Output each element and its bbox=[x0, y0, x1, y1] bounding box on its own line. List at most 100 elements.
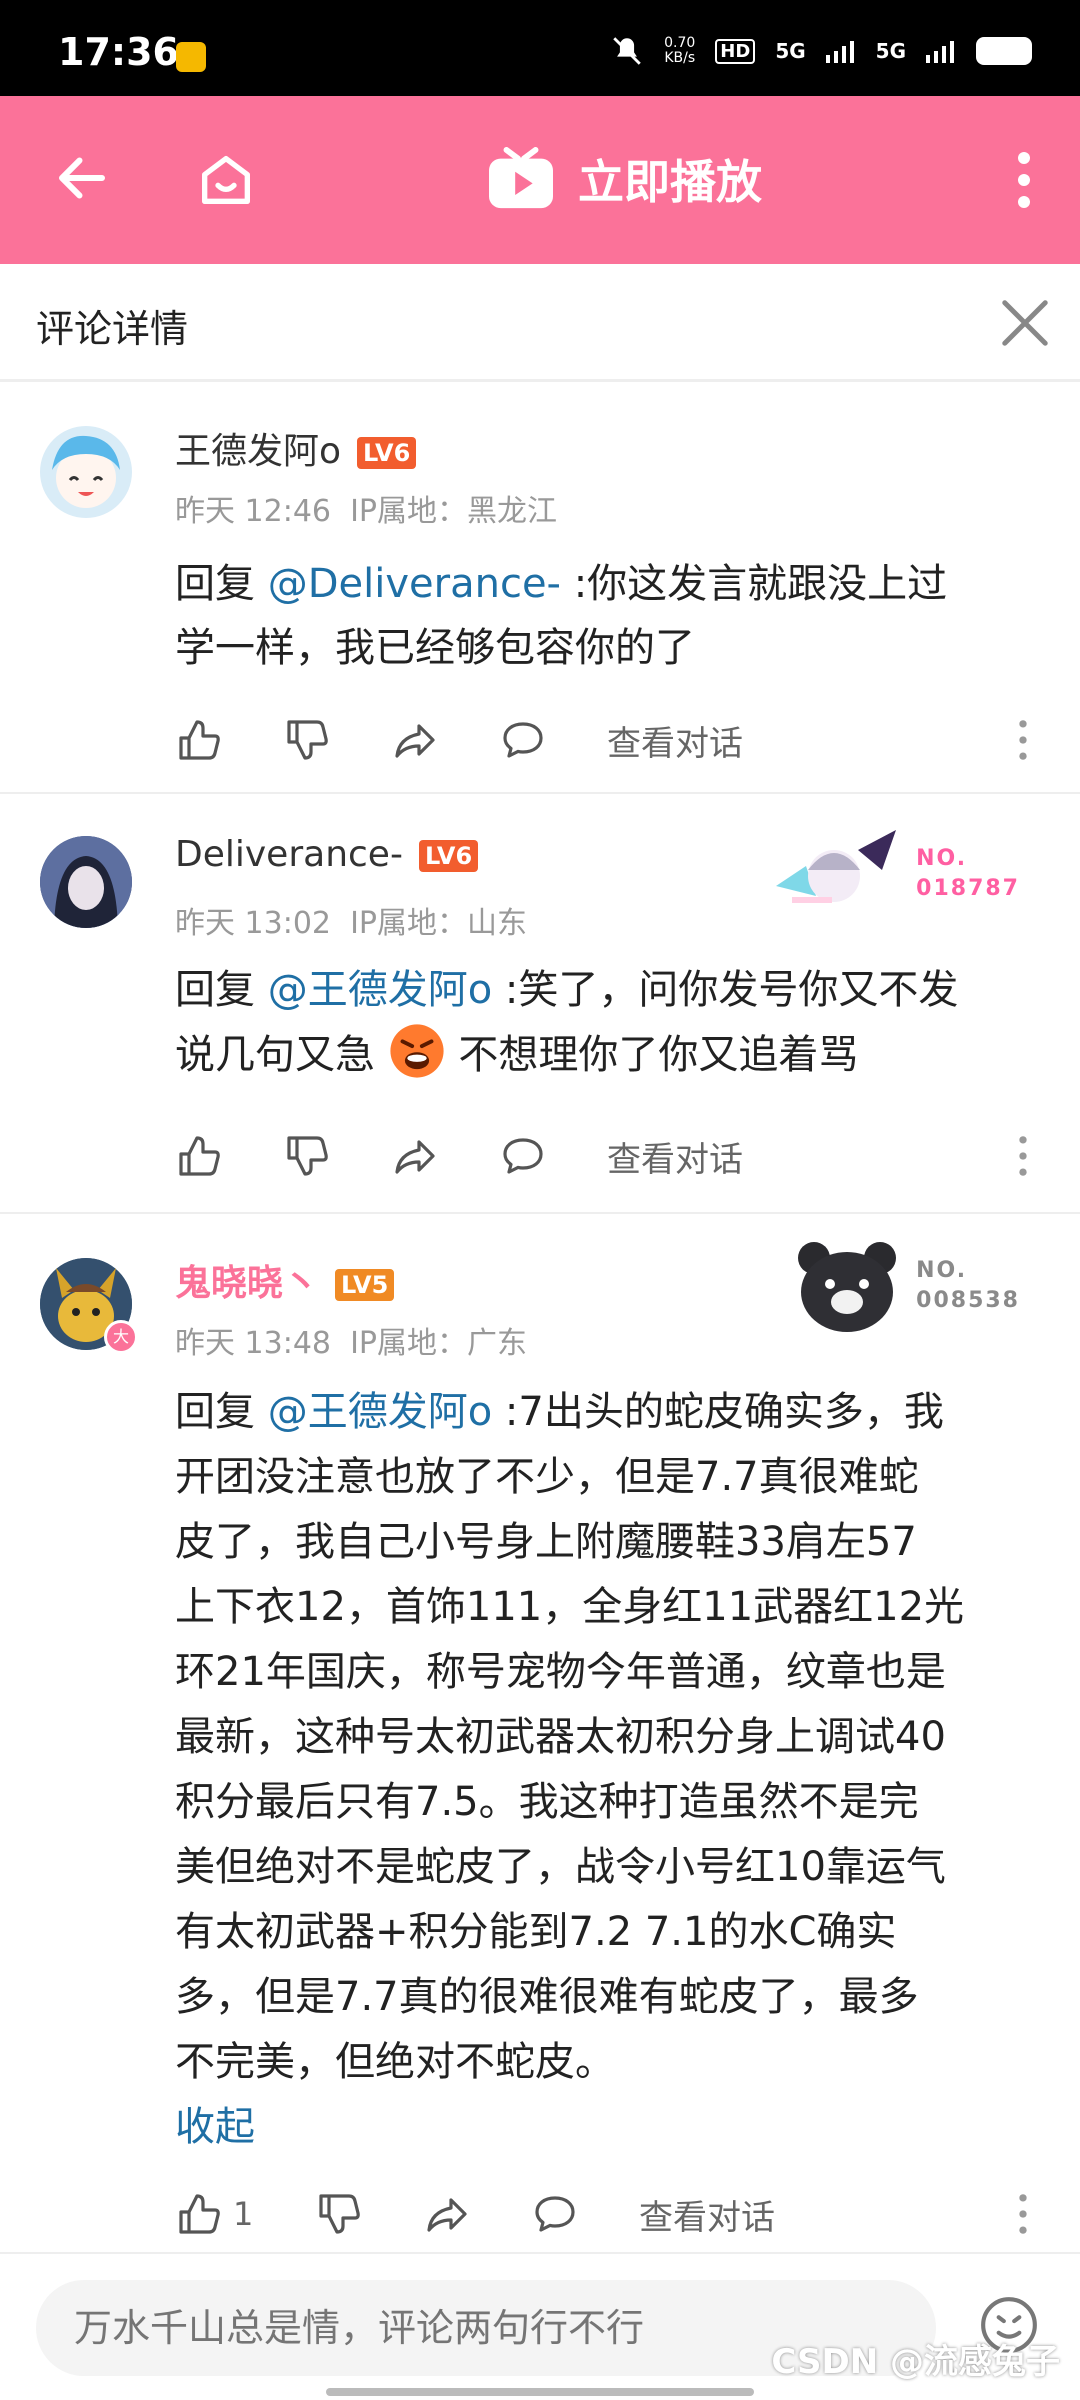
reply-button[interactable] bbox=[499, 712, 607, 768]
mention-link[interactable]: @Deliverance- bbox=[268, 561, 561, 607]
comment-more-icon[interactable] bbox=[1018, 718, 1028, 762]
close-icon[interactable] bbox=[998, 296, 1052, 350]
thumbs-down-icon bbox=[319, 2194, 360, 2234]
comment-text-line: 说几句又急 bbox=[175, 1032, 388, 1078]
share-button[interactable] bbox=[423, 2186, 531, 2242]
view-conversation-link[interactable]: 查看对话 bbox=[607, 1132, 743, 1181]
collapse-link[interactable]: 收起 bbox=[175, 2094, 255, 2152]
like-count: 1 bbox=[233, 2195, 254, 2233]
comment-text-line: 皮了，我自己小号身上附魔腰鞋33肩左57 bbox=[175, 1519, 917, 1565]
fan-badge: NO. 018787 bbox=[772, 826, 1020, 922]
comment-more-icon[interactable] bbox=[1018, 1134, 1028, 1178]
watermark: CSDN @流感兔子 bbox=[771, 2342, 1060, 2382]
avatar-anime-girl-icon bbox=[52, 435, 120, 508]
comment-meta: 昨天 13:48 IP属地：广东 bbox=[175, 1326, 528, 1361]
comment-text-line: 积分最后只有7.5。我这种打造虽然不是完 bbox=[175, 1779, 919, 1825]
share-arrow-icon bbox=[395, 1140, 435, 1174]
avatar[interactable] bbox=[40, 426, 132, 518]
fan-no: 018787 bbox=[916, 876, 1020, 901]
mention-link[interactable]: @王德发阿o bbox=[268, 1389, 492, 1435]
share-button[interactable] bbox=[391, 1128, 499, 1184]
fan-badge: NO. 008538 bbox=[792, 1236, 1020, 1336]
comment-meta: 昨天 13:02 IP属地：山东 bbox=[175, 906, 528, 941]
thumbs-down-icon bbox=[287, 720, 328, 760]
share-button[interactable] bbox=[391, 712, 499, 768]
comment-text-line: 不完美，但绝对不蛇皮。 bbox=[175, 2039, 615, 2085]
comment-detail-header: 评论详情 bbox=[0, 264, 1080, 382]
more-vertical-icon[interactable] bbox=[1014, 150, 1034, 210]
fan-no: 008538 bbox=[916, 1288, 1020, 1313]
app-notification-icon bbox=[176, 42, 206, 72]
reply-button[interactable] bbox=[531, 2186, 639, 2242]
dislike-button[interactable] bbox=[315, 2186, 423, 2242]
comment-bubble-icon bbox=[503, 1138, 543, 1174]
comment-item: 大 鬼晓晓丶 LV5 NO. 008538 昨天 13:48 IP属地：广东 回复… bbox=[0, 1214, 1080, 2252]
signal-5g-2: 5G bbox=[875, 39, 906, 63]
level-badge: LV5 bbox=[335, 1269, 395, 1301]
fan-badge-character-icon bbox=[776, 830, 897, 903]
status-time: 17:36 bbox=[58, 30, 179, 74]
comment-text-line: 最新，这种号太初武器太初积分身上调试40 bbox=[175, 1714, 946, 1760]
comment-bubble-icon bbox=[535, 2196, 575, 2232]
comment-text-line: 开团没注意也放了不少，但是7.7真很难蛇 bbox=[175, 1454, 919, 1500]
big-member-badge: 大 bbox=[104, 1320, 138, 1354]
back-arrow-icon[interactable] bbox=[52, 148, 112, 208]
comment-item: Deliverance- LV6 NO. 018787 昨天 13:02 IP属地… bbox=[0, 794, 1080, 1214]
comment-text-line: 学一样，我已经够包容你的了 bbox=[175, 625, 695, 671]
comment-text-line: 不想理你了你又追着骂 bbox=[445, 1032, 859, 1078]
view-conversation-link[interactable]: 查看对话 bbox=[639, 2190, 775, 2239]
like-button[interactable]: 1 bbox=[175, 2186, 315, 2242]
comment-actions: 1 查看对话 bbox=[175, 2186, 775, 2242]
dislike-button[interactable] bbox=[283, 712, 391, 768]
share-arrow-icon bbox=[395, 724, 435, 758]
thumbs-down-icon bbox=[287, 1136, 328, 1176]
tv-play-icon bbox=[489, 147, 553, 209]
username-text: 鬼晓晓丶 bbox=[175, 1263, 320, 1304]
avatar[interactable]: 大 bbox=[40, 1258, 138, 1354]
username[interactable]: Deliverance- LV6 bbox=[175, 834, 479, 875]
mention-link[interactable]: @王德发阿o bbox=[268, 967, 492, 1013]
home-icon[interactable] bbox=[194, 148, 258, 212]
page-title: 评论详情 bbox=[36, 307, 189, 351]
comment-meta: 昨天 12:46 IP属地：黑龙江 bbox=[175, 494, 558, 529]
reply-button[interactable] bbox=[499, 1128, 607, 1184]
play-now-button[interactable]: 立即播放 bbox=[486, 146, 762, 212]
comment-body: 回复 @王德发阿o :7出头的蛇皮确实多，我 开团没注意也放了不少，但是7.7真… bbox=[175, 1380, 1045, 2095]
like-button[interactable] bbox=[175, 712, 283, 768]
reply-prefix: 回复 bbox=[175, 1389, 268, 1435]
avatar[interactable] bbox=[40, 836, 132, 928]
signal-5g-1: 5G bbox=[775, 39, 806, 63]
comment-text-line: :笑了，问你发号你又不发 bbox=[492, 967, 959, 1013]
mute-bell-icon bbox=[613, 37, 641, 65]
comment-actions: 查看对话 bbox=[175, 1128, 743, 1184]
thumbs-up-icon bbox=[179, 2194, 220, 2234]
comment-more-icon[interactable] bbox=[1018, 2192, 1028, 2236]
comment-text-line: 有太初武器+积分能到7.2 7.1的水C确实 bbox=[175, 1909, 897, 1955]
play-now-label: 立即播放 bbox=[578, 155, 762, 209]
status-icons: 0.70 KB/s HD 5G 5G bbox=[610, 34, 1032, 68]
signal-icon-2 bbox=[926, 41, 954, 63]
fan-badge-bear-icon bbox=[798, 1242, 897, 1332]
home-indicator[interactable] bbox=[326, 2388, 754, 2396]
comment-text-line: :你这发言就跟没上过 bbox=[560, 561, 948, 607]
username[interactable]: 王德发阿o LV6 bbox=[175, 422, 417, 474]
network-speed: 0.70 KB/s bbox=[664, 35, 696, 66]
comment-bubble-icon bbox=[503, 722, 543, 758]
comment-body: 回复 @王德发阿o :笑了，问你发号你又不发 说几句又急 不想理你了你又追着骂 bbox=[175, 958, 1045, 1087]
username[interactable]: 鬼晓晓丶 LV5 bbox=[175, 1254, 395, 1306]
dislike-button[interactable] bbox=[283, 1128, 391, 1184]
signal-icon bbox=[825, 41, 854, 63]
reply-prefix: 回复 bbox=[175, 967, 268, 1013]
like-button[interactable] bbox=[175, 1128, 283, 1184]
angry-face-emoji-icon bbox=[390, 1024, 444, 1078]
view-conversation-link[interactable]: 查看对话 bbox=[607, 716, 743, 765]
comment-text-line: 环21年国庆，称号宠物今年普通，纹章也是 bbox=[175, 1649, 946, 1695]
comment-text-line: 美但绝对不是蛇皮了，战令小号红10靠运气 bbox=[175, 1844, 946, 1890]
comment-actions: 查看对话 bbox=[175, 712, 743, 768]
fan-number-text: NO. 018787 bbox=[916, 844, 1020, 904]
level-badge: LV6 bbox=[357, 437, 417, 469]
share-arrow-icon bbox=[427, 2198, 467, 2232]
thumbs-up-icon bbox=[179, 720, 220, 760]
fan-number-text: NO. 008538 bbox=[916, 1256, 1020, 1316]
top-app-bar: 立即播放 bbox=[0, 96, 1080, 264]
